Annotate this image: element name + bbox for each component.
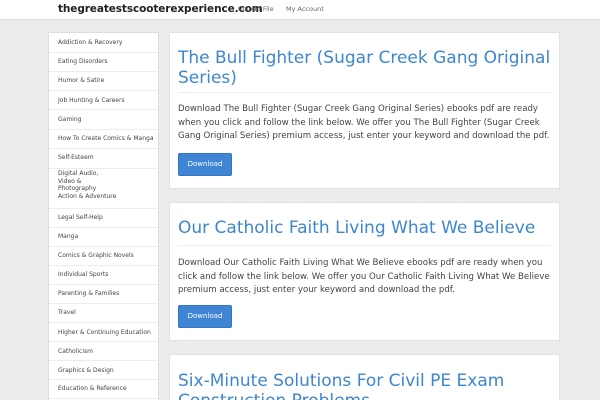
sidebar-item-label: Legal Self-Help bbox=[58, 214, 103, 221]
sidebar-item-education-reference[interactable]: Education & Reference bbox=[49, 380, 158, 399]
nav-upload-file[interactable]: Upload File bbox=[238, 5, 274, 13]
download-button[interactable]: Download bbox=[178, 153, 232, 176]
sidebar-item-label: Addiction & Recovery bbox=[58, 39, 123, 46]
sidebar-item-label: Manga bbox=[58, 233, 79, 240]
sidebar-item-label: Gaming bbox=[58, 116, 82, 123]
sidebar-item-graphics-design[interactable]: Graphics & Design bbox=[49, 361, 158, 380]
sidebar-item-label: Individual Sports bbox=[58, 271, 109, 278]
post-title-link[interactable]: Six-Minute Solutions For Civil PE Exam C… bbox=[178, 371, 553, 400]
sidebar-item-label: Higher & Continuing Education bbox=[58, 329, 151, 336]
sidebar-item-eating-disorders[interactable]: Eating Disorders bbox=[49, 53, 158, 72]
sidebar-item-label: Eating Disorders bbox=[58, 58, 108, 65]
post-description: Download Our Catholic Faith Living What … bbox=[178, 258, 550, 295]
category-sidebar: Addiction & Recovery Eating Disorders Hu… bbox=[48, 32, 159, 400]
sidebar-item-label: Humor & Satire bbox=[58, 77, 105, 84]
sidebar-item-self-esteem[interactable]: Self-Esteem bbox=[49, 149, 158, 169]
sidebar-item-gaming[interactable]: Gaming bbox=[49, 110, 158, 130]
sidebar-item-label: How To Create Comics & Manga bbox=[58, 135, 154, 142]
post-card: Our Catholic Faith Living What We Believ… bbox=[169, 202, 560, 341]
sidebar-item-job-hunting[interactable]: Job Hunting & Careers bbox=[49, 91, 158, 110]
sidebar-item-humor-satire[interactable]: Humor & Satire bbox=[49, 72, 158, 91]
sidebar-item-label: Travel bbox=[58, 309, 76, 316]
post-title-link[interactable]: Our Catholic Faith Living What We Believ… bbox=[178, 218, 553, 238]
sidebar-item-catholicism[interactable]: Catholicism bbox=[49, 342, 158, 361]
sidebar-item-label: Self-Esteem bbox=[58, 154, 94, 161]
sidebar-item-label: Education & Reference bbox=[58, 385, 127, 392]
sidebar-item-travel[interactable]: Travel bbox=[49, 304, 158, 323]
sidebar-item-parenting-families[interactable]: Parenting & Families bbox=[49, 285, 158, 304]
sidebar-item-action-adventure[interactable]: Action & Adventure bbox=[49, 190, 158, 209]
sidebar-item-individual-sports[interactable]: Individual Sports bbox=[49, 266, 158, 285]
sidebar-item-higher-education[interactable]: Higher & Continuing Education bbox=[49, 323, 158, 342]
sidebar-item-legal-self-help[interactable]: Legal Self-Help bbox=[49, 209, 158, 228]
sidebar-item-label: Catholicism bbox=[58, 348, 93, 355]
sidebar-item-label: Graphics & Design bbox=[58, 367, 114, 374]
site-logo-link[interactable]: thegreatestscooterexperience.com bbox=[58, 3, 263, 15]
sidebar-item-label: Action & Adventure bbox=[58, 193, 117, 200]
top-navbar: thegreatestscooterexperience.com Upload … bbox=[0, 0, 600, 20]
post-card: Six-Minute Solutions For Civil PE Exam C… bbox=[169, 354, 560, 400]
title-divider bbox=[178, 245, 551, 246]
post-title-link[interactable]: The Bull Fighter (Sugar Creek Gang Origi… bbox=[178, 48, 553, 88]
sidebar-item-manga[interactable]: Manga bbox=[49, 228, 158, 247]
sidebar-item-label: Parenting & Families bbox=[58, 290, 120, 297]
nav-my-account[interactable]: My Account bbox=[286, 5, 324, 13]
sidebar-item-create-comics-manga[interactable]: How To Create Comics & Manga bbox=[49, 130, 158, 149]
sidebar-item-addiction-recovery[interactable]: Addiction & Recovery bbox=[49, 33, 158, 53]
post-card: The Bull Fighter (Sugar Creek Gang Origi… bbox=[169, 32, 560, 189]
title-divider bbox=[178, 92, 551, 93]
sidebar-item-label: Comics & Graphic Novels bbox=[58, 252, 134, 259]
post-description: Download The Bull Fighter (Sugar Creek G… bbox=[178, 104, 550, 141]
sidebar-item-digital-audio[interactable]: Digital Audio, Video & Photography bbox=[49, 169, 158, 192]
sidebar-item-label: Job Hunting & Careers bbox=[58, 97, 125, 104]
sidebar-item-comics-graphic-novels[interactable]: Comics & Graphic Novels bbox=[49, 247, 158, 266]
download-button[interactable]: Download bbox=[178, 305, 232, 328]
